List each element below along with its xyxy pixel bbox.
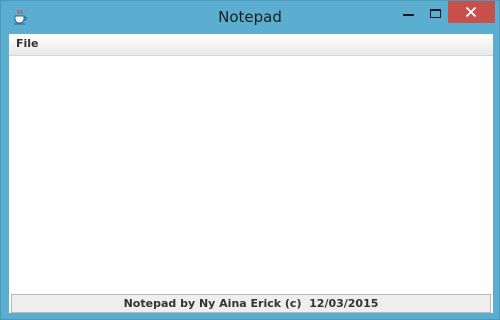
minimize-button[interactable] (396, 1, 422, 23)
client-area: File Notepad by Ny Aina Erick (c) 12/03/… (9, 34, 493, 313)
title-bar[interactable]: Notepad (1, 1, 499, 34)
text-editor[interactable] (9, 56, 493, 293)
notepad-window: Notepad File Notepad by Ny Aina Erick (c… (0, 0, 500, 320)
close-button[interactable] (448, 1, 495, 23)
menu-bar: File (9, 34, 493, 56)
maximize-button[interactable] (422, 1, 448, 23)
status-bar: Notepad by Ny Aina Erick (c) 12/03/2015 (11, 294, 491, 313)
close-icon (465, 6, 477, 18)
maximize-icon (430, 9, 441, 18)
minimize-icon (403, 14, 414, 16)
menu-file[interactable]: File (14, 37, 41, 50)
